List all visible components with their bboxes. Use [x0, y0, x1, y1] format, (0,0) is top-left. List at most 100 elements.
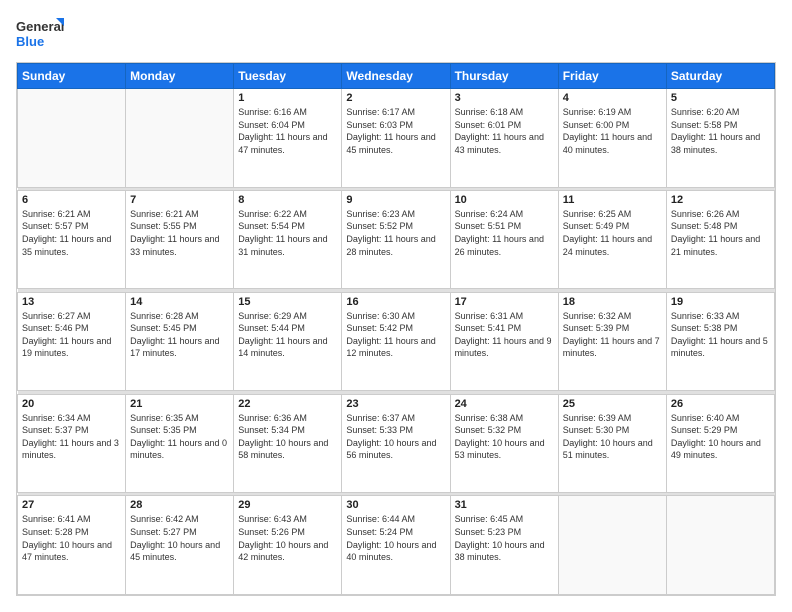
calendar-cell: 23 Sunrise: 6:37 AM Sunset: 5:33 PM Dayli…: [342, 394, 450, 493]
calendar-week-1: 1Sunrise: 6:16 AM Sunset: 6:04 PM Daylig…: [18, 89, 775, 188]
calendar-header-row: SundayMondayTuesdayWednesdayThursdayFrid…: [18, 64, 775, 89]
day-number: 24: [455, 398, 554, 410]
calendar-cell: 16 Sunrise: 6:30 AM Sunset: 5:42 PM Dayli…: [342, 292, 450, 391]
day-text: Sunrise: 6:41 AM Sunset: 5:28 PM Dayligh…: [22, 513, 121, 563]
calendar-cell: 19Sunrise: 6:33 AM Sunset: 5:38 PM Dayli…: [666, 292, 774, 391]
calendar-week-3: 13Sunrise: 6:27 AM Sunset: 5:46 PM Dayli…: [18, 292, 775, 391]
day-text: Sunrise: 6:39 AM Sunset: 5:30 PM Dayligh…: [563, 412, 662, 462]
day-number: 27: [22, 499, 121, 511]
day-number: 31: [455, 499, 554, 511]
logo: General Blue: [16, 16, 64, 52]
day-text: Sunrise: 6:45 AM Sunset: 5:23 PM Dayligh…: [455, 513, 554, 563]
calendar-cell: 29 Sunrise: 6:43 AM Sunset: 5:26 PM Dayli…: [234, 496, 342, 595]
calendar-cell: 5Sunrise: 6:20 AM Sunset: 5:58 PM Daylig…: [666, 89, 774, 188]
calendar-cell: 17 Sunrise: 6:31 AM Sunset: 5:41 PM Dayli…: [450, 292, 558, 391]
day-number: 15: [238, 296, 337, 308]
day-text: Sunrise: 6:37 AM Sunset: 5:33 PM Dayligh…: [346, 412, 445, 462]
day-number: 8: [238, 194, 337, 206]
day-number: 18: [563, 296, 662, 308]
day-number: 10: [455, 194, 554, 206]
day-text: Sunrise: 6:42 AM Sunset: 5:27 PM Dayligh…: [130, 513, 229, 563]
day-header-thursday: Thursday: [450, 64, 558, 89]
day-text: Sunrise: 6:32 AM Sunset: 5:39 PM Dayligh…: [563, 310, 662, 360]
calendar-cell: 30 Sunrise: 6:44 AM Sunset: 5:24 PM Dayli…: [342, 496, 450, 595]
calendar-cell: 7Sunrise: 6:21 AM Sunset: 5:55 PM Daylig…: [126, 190, 234, 289]
day-number: 4: [563, 92, 662, 104]
calendar-cell: 8 Sunrise: 6:22 AM Sunset: 5:54 PM Daylig…: [234, 190, 342, 289]
day-number: 23: [346, 398, 445, 410]
day-text: Sunrise: 6:23 AM Sunset: 5:52 PM Dayligh…: [346, 208, 445, 258]
day-number: 11: [563, 194, 662, 206]
day-number: 16: [346, 296, 445, 308]
day-text: Sunrise: 6:16 AM Sunset: 6:04 PM Dayligh…: [238, 106, 337, 156]
day-number: 21: [130, 398, 229, 410]
day-text: Sunrise: 6:22 AM Sunset: 5:54 PM Dayligh…: [238, 208, 337, 258]
calendar-cell: 21 Sunrise: 6:35 AM Sunset: 5:35 PM Dayli…: [126, 394, 234, 493]
calendar-cell: 18 Sunrise: 6:32 AM Sunset: 5:39 PM Dayli…: [558, 292, 666, 391]
day-text: Sunrise: 6:18 AM Sunset: 6:01 PM Dayligh…: [455, 106, 554, 156]
day-header-sunday: Sunday: [18, 64, 126, 89]
calendar-cell: 12 Sunrise: 6:26 AM Sunset: 5:48 PM Dayli…: [666, 190, 774, 289]
day-text: Sunrise: 6:29 AM Sunset: 5:44 PM Dayligh…: [238, 310, 337, 360]
day-text: Sunrise: 6:43 AM Sunset: 5:26 PM Dayligh…: [238, 513, 337, 563]
day-header-wednesday: Wednesday: [342, 64, 450, 89]
day-number: 6: [22, 194, 121, 206]
calendar-week-4: 20 Sunrise: 6:34 AM Sunset: 5:37 PM Dayli…: [18, 394, 775, 493]
day-number: 2: [346, 92, 445, 104]
day-text: Sunrise: 6:38 AM Sunset: 5:32 PM Dayligh…: [455, 412, 554, 462]
calendar-cell: 24 Sunrise: 6:38 AM Sunset: 5:32 PM Dayli…: [450, 394, 558, 493]
day-number: 22: [238, 398, 337, 410]
day-header-monday: Monday: [126, 64, 234, 89]
calendar-cell: 4 Sunrise: 6:19 AM Sunset: 6:00 PM Daylig…: [558, 89, 666, 188]
day-text: Sunrise: 6:40 AM Sunset: 5:29 PM Dayligh…: [671, 412, 770, 462]
day-text: Sunrise: 6:30 AM Sunset: 5:42 PM Dayligh…: [346, 310, 445, 360]
page: General Blue SundayMondayTuesdayWednesda…: [0, 0, 792, 612]
day-number: 12: [671, 194, 770, 206]
day-text: Sunrise: 6:34 AM Sunset: 5:37 PM Dayligh…: [22, 412, 121, 462]
day-number: 28: [130, 499, 229, 511]
calendar-week-2: 6 Sunrise: 6:21 AM Sunset: 5:57 PM Daylig…: [18, 190, 775, 289]
day-text: Sunrise: 6:25 AM Sunset: 5:49 PM Dayligh…: [563, 208, 662, 258]
day-number: 30: [346, 499, 445, 511]
day-text: Sunrise: 6:44 AM Sunset: 5:24 PM Dayligh…: [346, 513, 445, 563]
day-text: Sunrise: 6:36 AM Sunset: 5:34 PM Dayligh…: [238, 412, 337, 462]
day-text: Sunrise: 6:24 AM Sunset: 5:51 PM Dayligh…: [455, 208, 554, 258]
day-text: Sunrise: 6:21 AM Sunset: 5:55 PM Dayligh…: [130, 208, 229, 258]
day-text: Sunrise: 6:19 AM Sunset: 6:00 PM Dayligh…: [563, 106, 662, 156]
day-text: Sunrise: 6:28 AM Sunset: 5:45 PM Dayligh…: [130, 310, 229, 360]
day-number: 25: [563, 398, 662, 410]
header: General Blue: [16, 16, 776, 52]
day-number: 3: [455, 92, 554, 104]
day-number: 14: [130, 296, 229, 308]
day-number: 29: [238, 499, 337, 511]
calendar-cell: 9Sunrise: 6:23 AM Sunset: 5:52 PM Daylig…: [342, 190, 450, 289]
calendar-cell: 22 Sunrise: 6:36 AM Sunset: 5:34 PM Dayli…: [234, 394, 342, 493]
calendar-cell: 2 Sunrise: 6:17 AM Sunset: 6:03 PM Daylig…: [342, 89, 450, 188]
calendar-cell: 6 Sunrise: 6:21 AM Sunset: 5:57 PM Daylig…: [18, 190, 126, 289]
day-number: 13: [22, 296, 121, 308]
calendar-cell: 14 Sunrise: 6:28 AM Sunset: 5:45 PM Dayli…: [126, 292, 234, 391]
day-number: 17: [455, 296, 554, 308]
day-text: Sunrise: 6:31 AM Sunset: 5:41 PM Dayligh…: [455, 310, 554, 360]
calendar-week-5: 27 Sunrise: 6:41 AM Sunset: 5:28 PM Dayli…: [18, 496, 775, 595]
day-text: Sunrise: 6:17 AM Sunset: 6:03 PM Dayligh…: [346, 106, 445, 156]
day-number: 20: [22, 398, 121, 410]
day-text: Sunrise: 6:35 AM Sunset: 5:35 PM Dayligh…: [130, 412, 229, 462]
calendar-cell: 31 Sunrise: 6:45 AM Sunset: 5:23 PM Dayli…: [450, 496, 558, 595]
day-text: Sunrise: 6:26 AM Sunset: 5:48 PM Dayligh…: [671, 208, 770, 258]
day-text: Sunrise: 6:21 AM Sunset: 5:57 PM Dayligh…: [22, 208, 121, 258]
calendar-cell: 15 Sunrise: 6:29 AM Sunset: 5:44 PM Dayli…: [234, 292, 342, 391]
day-number: 19: [671, 296, 770, 308]
day-header-friday: Friday: [558, 64, 666, 89]
svg-text:Blue: Blue: [16, 34, 44, 49]
calendar-cell: 1Sunrise: 6:16 AM Sunset: 6:04 PM Daylig…: [234, 89, 342, 188]
calendar-cell: [666, 496, 774, 595]
svg-text:General: General: [16, 19, 64, 34]
calendar-cell: [558, 496, 666, 595]
calendar-cell: 28 Sunrise: 6:42 AM Sunset: 5:27 PM Dayli…: [126, 496, 234, 595]
calendar-cell: [18, 89, 126, 188]
calendar-cell: 25 Sunrise: 6:39 AM Sunset: 5:30 PM Dayli…: [558, 394, 666, 493]
day-header-tuesday: Tuesday: [234, 64, 342, 89]
calendar-cell: 10 Sunrise: 6:24 AM Sunset: 5:51 PM Dayli…: [450, 190, 558, 289]
day-header-saturday: Saturday: [666, 64, 774, 89]
